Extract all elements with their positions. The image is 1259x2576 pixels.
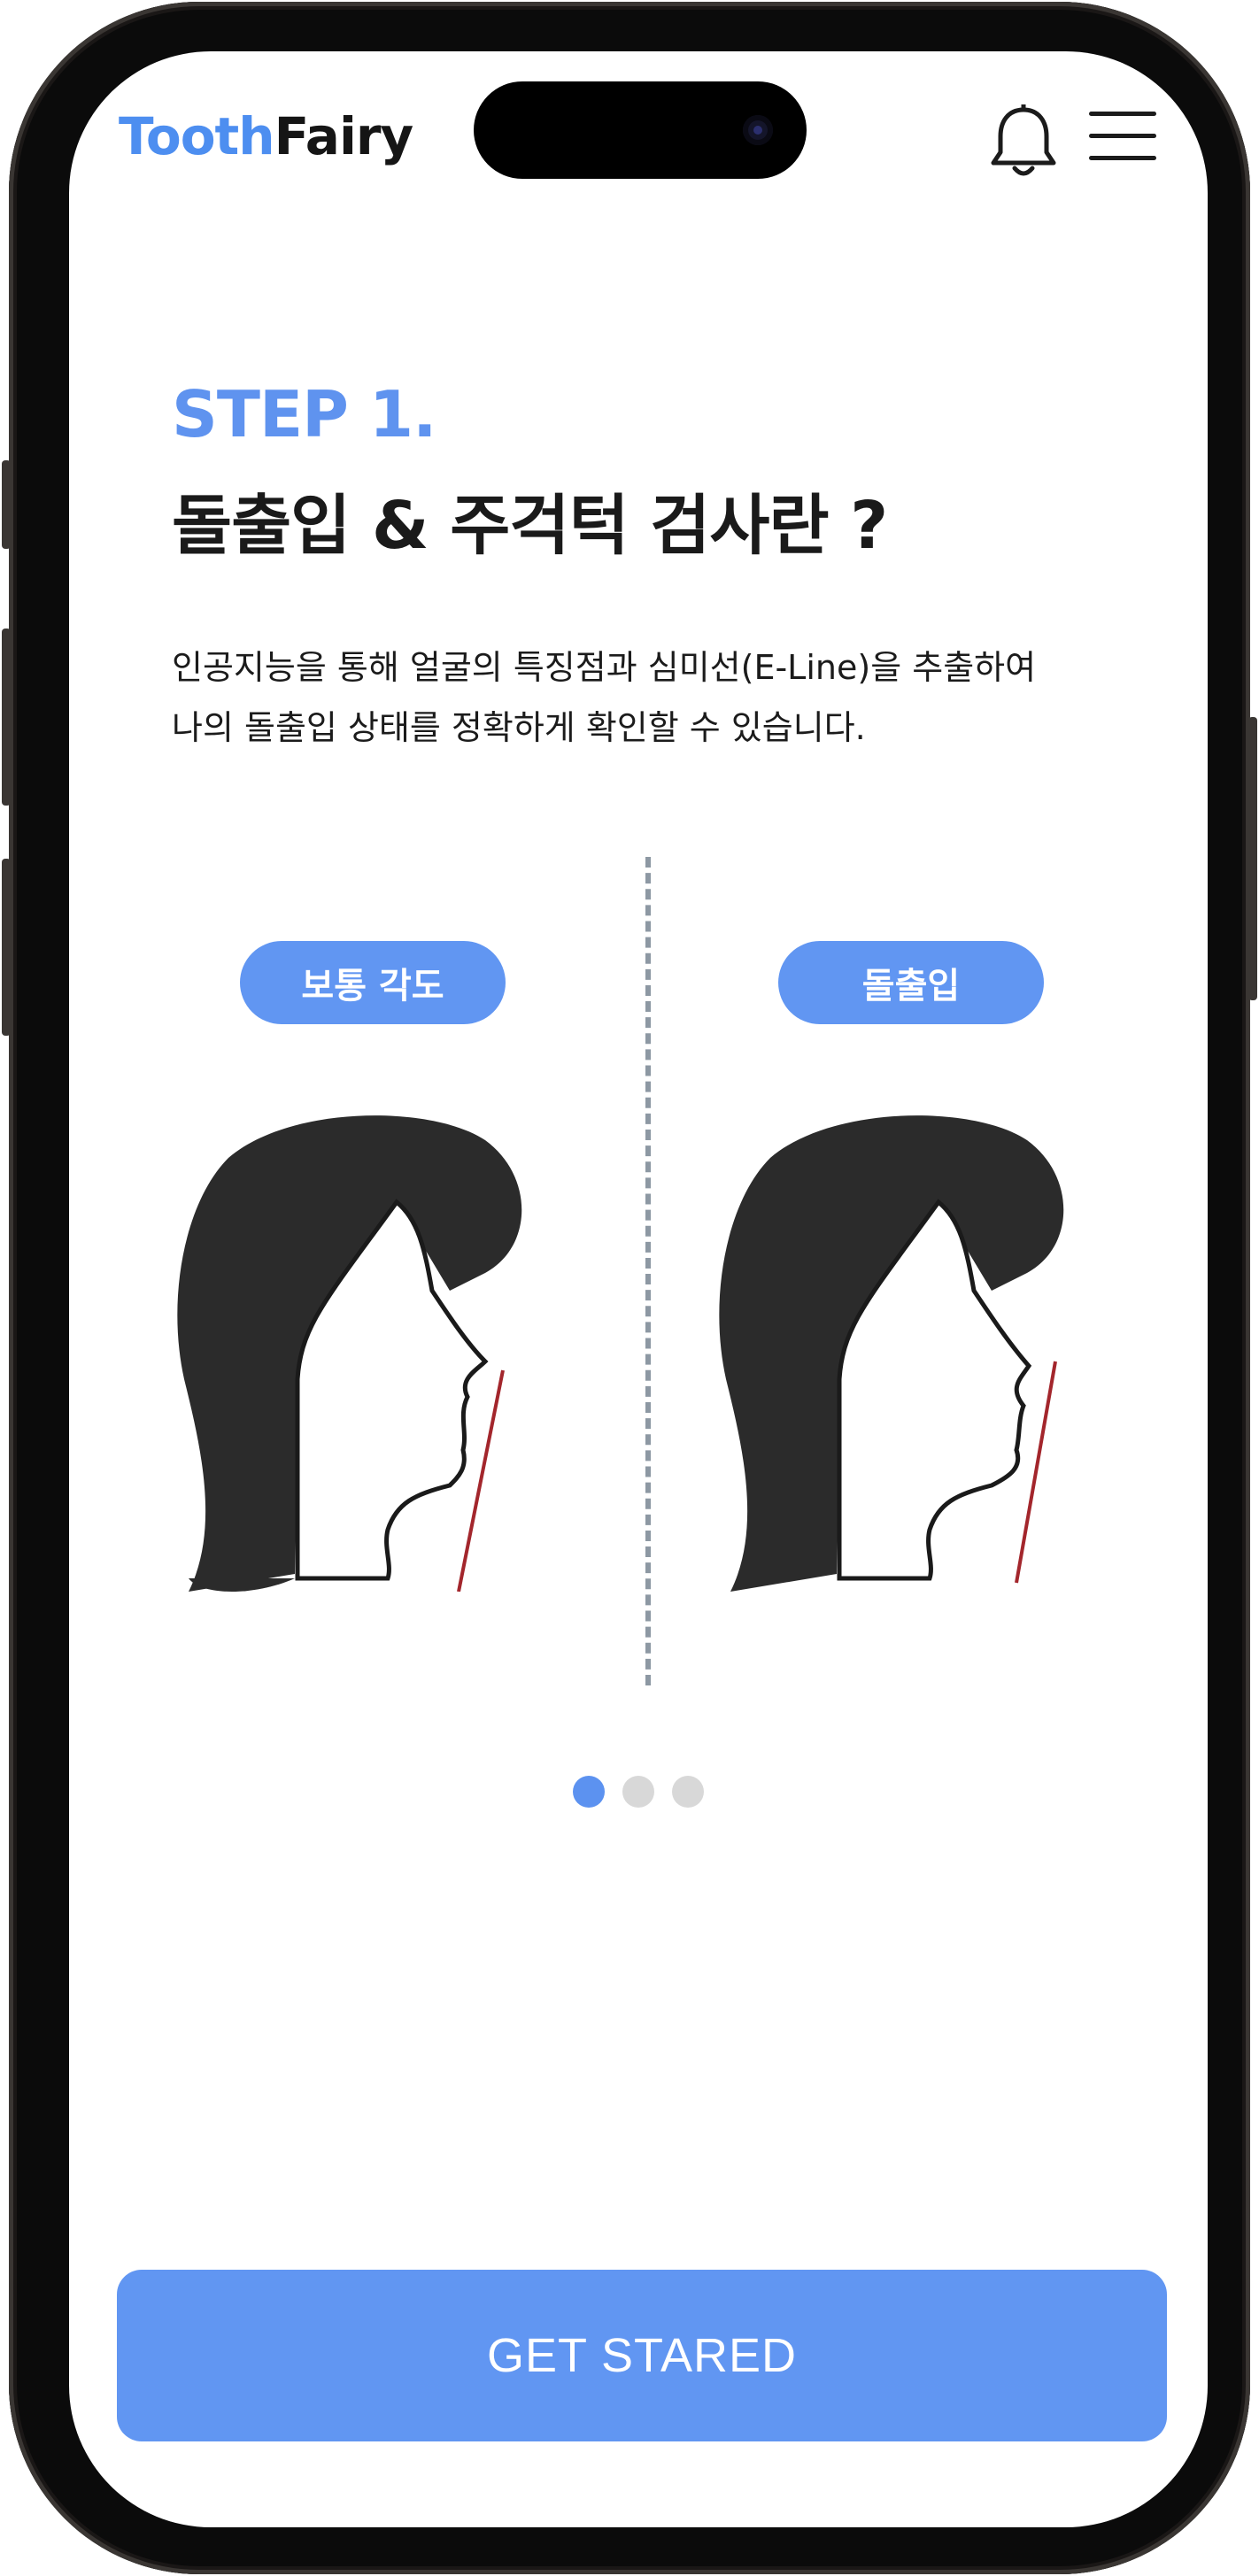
logo-fairy: Fairy [274, 106, 414, 166]
get-started-button[interactable]: GET STARED [117, 2270, 1167, 2441]
normal-angle-label: 보통 각도 [240, 941, 506, 1024]
protruding-mouth-profile-illustration [719, 1115, 1064, 1592]
app-logo[interactable]: ToothFairy [119, 106, 413, 166]
pagination-dots [573, 1776, 704, 1808]
mute-switch [2, 460, 11, 549]
page-dot-3[interactable] [672, 1776, 704, 1808]
logo-tooth: Tooth [119, 106, 275, 166]
hamburger-menu-icon[interactable] [1089, 112, 1156, 161]
protrusion-label: 돌출입 [778, 941, 1044, 1024]
phone-frame: ToothFairy STEP 1. 돌출입 & 주걱턱 검사란 ? 인공지능을… [2, 2, 1257, 2574]
bell-icon[interactable] [988, 99, 1059, 179]
page-dot-2[interactable] [622, 1776, 654, 1808]
app-screen: ToothFairy STEP 1. 돌출입 & 주걱턱 검사란 ? 인공지능을… [69, 51, 1208, 2527]
dynamic-island [474, 81, 807, 179]
front-camera [743, 115, 773, 145]
comparison-divider [645, 857, 651, 1685]
volume-down-button [2, 859, 11, 1036]
description-line-1: 인공지능을 통해 얼굴의 특징점과 심미선(E-Line)을 추출하여 [172, 648, 1037, 687]
power-button [1248, 717, 1257, 1000]
volume-up-button [2, 629, 11, 806]
normal-profile-illustration [177, 1115, 522, 1592]
page-title: 돌출입 & 주걱턱 검사란 ? [172, 488, 888, 564]
description-line-2: 나의 돌출입 상태를 정확하게 확인할 수 있습니다. [172, 708, 866, 747]
page-dot-1[interactable] [573, 1776, 605, 1808]
description: 인공지능을 통해 얼굴의 특징점과 심미선(E-Line)을 추출하여 나의 돌… [172, 637, 1199, 758]
step-label: STEP 1. [172, 377, 436, 451]
